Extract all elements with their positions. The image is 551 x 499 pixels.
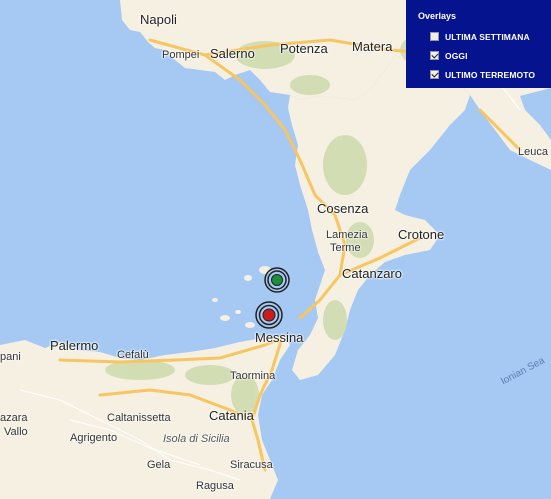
label-lamezia: Lamezia <box>326 229 368 241</box>
checkbox-ultima-settimana[interactable] <box>430 32 439 41</box>
label-terme: Terme <box>330 242 361 254</box>
label-pompei: Pompei <box>162 49 200 61</box>
overlays-panel: Overlays ULTIMA SETTIMANA OGGI ULTIMO TE… <box>406 0 551 88</box>
marker-ultimo-terremoto[interactable] <box>255 301 283 329</box>
overlay-oggi[interactable]: OGGI <box>430 49 468 62</box>
label-leuca: Leuca <box>518 146 548 158</box>
label-caltanissetta: Caltanissetta <box>107 412 171 424</box>
label-matera: Matera <box>352 39 393 54</box>
label-salerno: Salerno <box>210 46 255 61</box>
label-potenza: Potenza <box>280 41 328 56</box>
label-cosenza: Cosenza <box>317 201 369 216</box>
checkbox-oggi[interactable] <box>430 51 439 60</box>
label-crotone: Crotone <box>398 227 445 242</box>
overlay-ultimo-terremoto[interactable]: ULTIMO TERREMOTO <box>430 68 535 81</box>
label-palermo: Palermo <box>50 338 99 353</box>
overlay-ultima-settimana[interactable]: ULTIMA SETTIMANA <box>430 30 530 43</box>
checkbox-ultimo-terremoto[interactable] <box>430 70 439 79</box>
marker-oggi[interactable] <box>264 267 290 293</box>
label-isola-di-sicilia: Isola di Sicilia <box>163 433 230 445</box>
overlay-label-ultimo-terremoto: ULTIMO TERREMOTO <box>445 69 536 80</box>
label-agrigento: Agrigento <box>70 432 118 444</box>
label-catanzaro: Catanzaro <box>342 266 402 281</box>
label-napoli: Napoli <box>140 12 177 27</box>
label-siracusa: Siracusa <box>230 459 273 471</box>
label-ragusa: Ragusa <box>196 480 234 492</box>
overlay-label-oggi: OGGI <box>445 50 468 61</box>
label-vallo: Vallo <box>4 426 28 438</box>
label-messina: Messina <box>255 330 304 345</box>
overlay-label-ultima-settimana: ULTIMA SETTIMANA <box>445 31 530 42</box>
label-taormina: Taormina <box>230 370 276 382</box>
overlays-title: Overlays <box>418 11 457 21</box>
label-catania: Catania <box>209 408 254 423</box>
label-gela: Gela <box>147 459 171 471</box>
label-cefalu: Cefalù <box>117 349 149 361</box>
label-pani: pani <box>0 351 21 363</box>
label-azara: azara <box>0 412 28 424</box>
